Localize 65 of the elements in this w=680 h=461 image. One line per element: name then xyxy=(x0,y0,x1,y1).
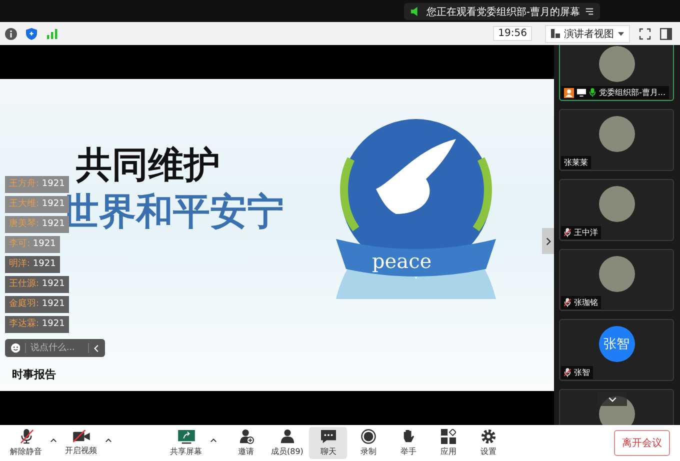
camera-off-icon xyxy=(72,430,90,443)
settings-button[interactable]: 设置 xyxy=(469,427,508,459)
chevron-down-icon xyxy=(608,396,616,402)
muted-microphone-icon xyxy=(18,429,34,444)
record-button[interactable]: 录制 xyxy=(349,427,388,459)
menu-icon[interactable] xyxy=(585,7,594,16)
settings-icon xyxy=(480,429,496,444)
collapse-icon[interactable] xyxy=(94,344,99,352)
leave-meeting-button[interactable]: 离开会议 xyxy=(614,430,670,456)
meeting-time: 19:56 xyxy=(493,26,532,41)
chat-message: 李可: 1921 xyxy=(5,236,60,253)
chat-message: 明洋: 1921 xyxy=(5,256,60,273)
chat-message: 王方舟: 1921 xyxy=(5,176,69,193)
screen-share-icon xyxy=(178,430,194,444)
apps-grid-icon xyxy=(440,429,456,444)
shield-icon[interactable] xyxy=(26,28,37,40)
slide-title: 共同维护 xyxy=(76,144,220,188)
mic-button[interactable]: 解除静音 xyxy=(6,427,46,459)
fullscreen-icon[interactable] xyxy=(639,28,651,40)
participant-tile[interactable]: 党委组织部-曹月... xyxy=(559,45,674,101)
emoji-icon[interactable] xyxy=(11,342,20,354)
caret-icon xyxy=(210,438,217,442)
participant-tile[interactable]: 张珈铭 xyxy=(559,249,674,311)
info-icon[interactable] xyxy=(5,28,17,40)
chat-message: 李达霖: 1921 xyxy=(5,316,69,333)
chat-button[interactable]: 聊天 xyxy=(309,427,348,459)
add-person-icon xyxy=(238,429,254,444)
caret-icon xyxy=(50,438,57,442)
invite-button[interactable]: 邀请 xyxy=(227,427,265,459)
collapse-handle[interactable] xyxy=(542,228,554,254)
peace-banner-text: peace xyxy=(372,249,432,273)
participant-name: 党委组织部-曹月... xyxy=(599,87,666,98)
chat-bubble-icon xyxy=(320,429,336,444)
caret-icon xyxy=(105,438,112,442)
caret-icon xyxy=(618,32,624,36)
avatar-photo xyxy=(598,116,634,152)
chat-message: 王大维: 1921 xyxy=(5,196,69,213)
members-button[interactable]: 成员(89) xyxy=(267,427,308,459)
hand-icon xyxy=(402,429,415,444)
participant-tile[interactable]: 张智 张智 xyxy=(559,319,674,381)
layout-icon xyxy=(551,29,560,38)
chat-message: 王仕源: 1921 xyxy=(5,276,69,293)
participant-tile[interactable]: 王中洋 xyxy=(559,179,674,241)
participant-name: 张珈铭 xyxy=(574,297,598,308)
video-button[interactable]: 开启视频 xyxy=(61,428,101,458)
view-dropdown[interactable]: 演讲者视图 xyxy=(545,24,630,42)
share-button[interactable]: 共享屏幕 xyxy=(166,428,206,458)
sharing-notice-text: 您正在观看党委组织部-曹月的屏幕 xyxy=(426,6,580,18)
record-icon xyxy=(360,429,376,444)
avatar-initials: 张智 xyxy=(598,326,634,362)
logo-text: 时事报告 xyxy=(12,367,56,382)
participant-tile[interactable]: 张莱莱 xyxy=(559,109,674,171)
participant-name: 王中洋 xyxy=(574,227,598,238)
apps-button[interactable]: 应用 xyxy=(429,427,468,459)
person-icon xyxy=(280,429,295,444)
participant-name: 张莱莱 xyxy=(564,157,588,168)
chat-message: 金庭羽: 1921 xyxy=(5,296,69,313)
avatar-photo xyxy=(598,46,634,82)
participant-name: 张智 xyxy=(574,367,590,378)
scroll-down-button[interactable] xyxy=(597,392,627,406)
avatar-photo xyxy=(598,256,634,292)
avatar-photo xyxy=(598,186,634,222)
chat-message: 唐美琴: 1921 xyxy=(5,216,69,233)
sidebar-icon[interactable] xyxy=(660,28,672,40)
hand-button[interactable]: 举手 xyxy=(389,427,428,459)
